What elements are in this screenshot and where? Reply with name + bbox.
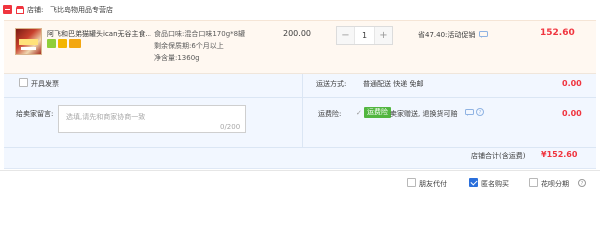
shipping-method-label: 运送方式: [316,80,347,88]
check-icon: ✓ [356,109,362,117]
friend-pay-label[interactable]: 朋友代付 [419,179,447,189]
seller-message-counter: 0/200 [220,123,241,131]
chat-bubble-icon[interactable] [465,109,474,116]
store-select-checkbox[interactable] [3,5,12,14]
huabei-installment-checkbox[interactable] [529,178,538,187]
shipping-fee: 0.00 [562,79,582,88]
item-subtotal: 152.60 [540,28,575,38]
product-image[interactable] [15,28,42,55]
svg-text:?: ? [479,110,482,116]
seller-message-label: 给卖家留言: [16,110,54,118]
spec-net-weight: 净含量:1360g [154,54,200,62]
insurance-fee: 0.00 [562,109,582,118]
options-row-divider [4,97,596,98]
store-total-value: ¥152.60 [541,150,578,159]
card-badge-icon [69,39,81,48]
options-total-divider [4,147,596,148]
shipping-insurance-tag: 运费险 [364,107,391,118]
shop-icon [16,6,24,14]
quantity-input[interactable]: 1 [354,27,375,44]
spec-flavor: 食品口味:混合口味170g*8罐 [154,30,246,38]
help-icon[interactable]: ? [476,108,484,116]
anonymous-purchase-label[interactable]: 匿名购买 [481,179,509,189]
friend-pay-checkbox[interactable] [407,178,416,187]
unit-price: 200.00 [283,29,311,38]
spec-shelf-life: 剩余保质期:6个月以上 [154,42,224,50]
quantity-stepper: − 1 + [336,26,393,45]
shipping-insurance-label: 运费险: [318,110,342,118]
seller-message-placeholder: 选填,请先和商家协商一致 [66,113,146,121]
product-title-link[interactable]: 阿飞和巴弟猫罐头ican无谷主食... [47,29,151,39]
service-badges [47,39,83,49]
chat-bubble-icon[interactable] [479,31,488,38]
service-badge-icon [58,39,67,48]
store-total-label: 店铺合计(含运费) [471,152,526,160]
invoice-label[interactable]: 开具发票 [31,79,59,89]
footer-divider [0,170,600,171]
svg-text:?: ? [581,181,584,187]
huabei-installment-label[interactable]: 花呗分期 [541,179,569,189]
guarantee-badge-icon [47,39,56,48]
decrease-quantity-button[interactable]: − [337,27,354,44]
increase-quantity-button[interactable]: + [375,27,392,44]
shipping-method-value[interactable]: 普通配送 快递 免邮 [363,79,423,89]
promotion-text: 省47.40:活动促销 [418,31,476,39]
help-icon[interactable]: ? [578,179,586,187]
store-name-link[interactable]: 飞比岛物用品专营店 [50,5,113,15]
shipping-insurance-desc: 卖家赠送, 退换货可赔 [390,110,458,118]
invoice-checkbox[interactable] [19,78,28,87]
options-divider [302,74,303,147]
store-label: 店铺: [27,6,44,14]
anonymous-purchase-checkbox[interactable] [469,178,478,187]
